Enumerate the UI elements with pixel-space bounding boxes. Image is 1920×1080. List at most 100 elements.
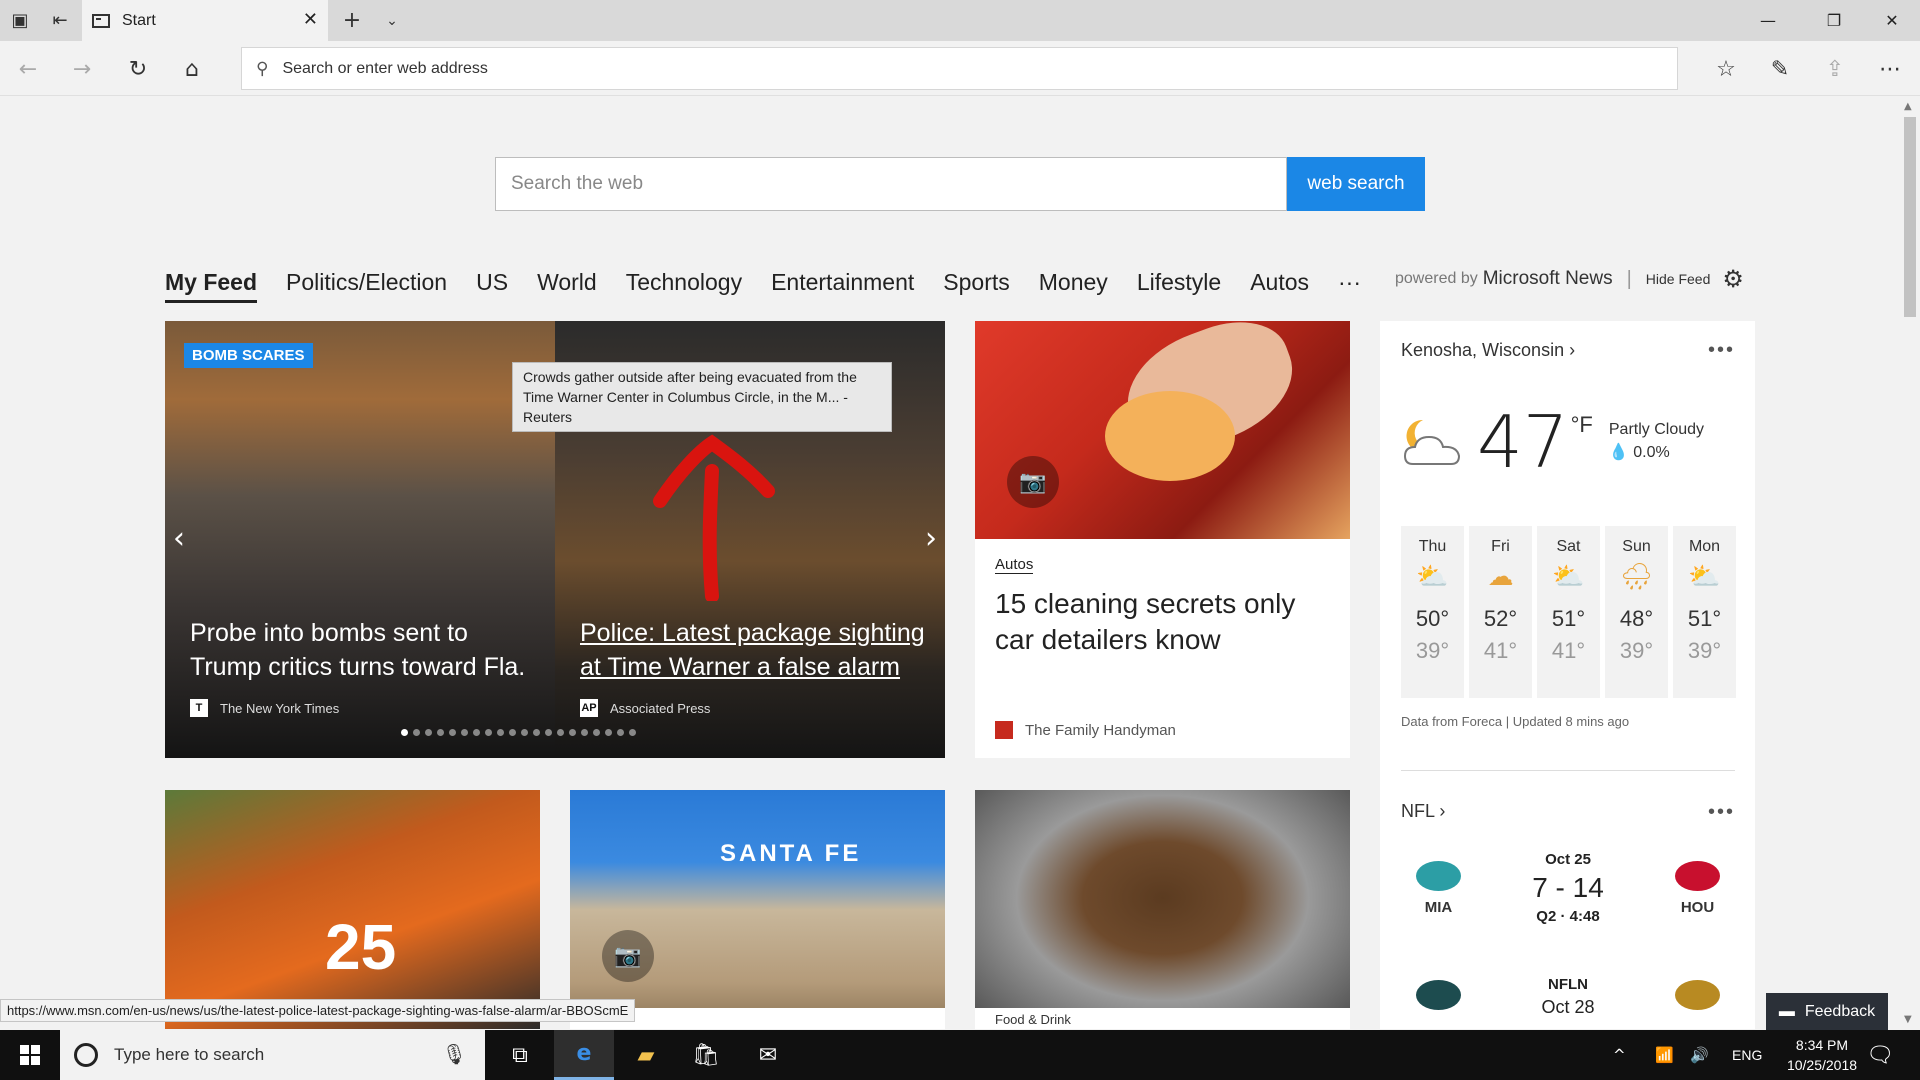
language-indicator[interactable]: ENG [1732, 1030, 1762, 1080]
share-icon[interactable]: ⇪ [1815, 49, 1855, 89]
web-search-input[interactable] [495, 157, 1287, 211]
close-tab-icon[interactable]: ✕ [303, 9, 318, 30]
carousel-dot[interactable] [581, 729, 588, 736]
forecast-high: 51° [1687, 606, 1722, 631]
carousel-dot[interactable] [473, 729, 480, 736]
feedback-button[interactable]: ▬ Feedback [1766, 993, 1888, 1030]
nfl-header[interactable]: NFL › [1401, 801, 1445, 822]
scroll-down-icon[interactable]: ▼ [1904, 1014, 1912, 1025]
gear-icon[interactable]: ⚙ [1722, 265, 1744, 293]
action-center-icon[interactable]: 🗨 [1866, 1030, 1894, 1080]
forecast-day[interactable]: Mon ⛅ 51° 39° [1673, 526, 1736, 698]
carousel-prev-icon[interactable]: ‹ [173, 521, 185, 556]
scroll-thumb[interactable] [1904, 117, 1916, 317]
carousel-dot[interactable] [533, 729, 540, 736]
set-tabs-aside-icon[interactable]: ⇤ [40, 0, 80, 41]
start-button[interactable] [0, 1030, 60, 1080]
carousel-dot[interactable] [425, 729, 432, 736]
refresh-button[interactable]: ↻ [118, 49, 158, 89]
nfl-more-icon[interactable]: ••• [1708, 801, 1735, 824]
carousel-dot[interactable] [485, 729, 492, 736]
forecast-day[interactable]: Fri ☁ 52° 41° [1469, 526, 1532, 698]
carousel-next-icon[interactable]: › [925, 521, 937, 556]
forecast-day[interactable]: Thu ⛅ 50° 39° [1401, 526, 1464, 698]
restore-button[interactable]: ❐ [1806, 0, 1862, 41]
hero-left-image[interactable] [165, 321, 555, 758]
address-bar[interactable]: ⚲ Search or enter web address [241, 47, 1678, 90]
hero-carousel[interactable]: BOMB SCARES Crowds gather outside after … [165, 321, 945, 758]
tab-entertainment[interactable]: Entertainment [771, 269, 914, 296]
tab-technology[interactable]: Technology [626, 269, 742, 296]
new-tab-icon[interactable]: + [332, 0, 372, 41]
carousel-dot[interactable] [413, 729, 420, 736]
hero-left-headline[interactable]: Probe into bombs sent to Trump critics t… [190, 616, 530, 684]
notes-pen-icon[interactable]: ✎ [1760, 49, 1800, 89]
forecast-day[interactable]: Sun 🌧 48° 39° [1605, 526, 1668, 698]
tab-autos[interactable]: Autos [1250, 269, 1309, 296]
clock[interactable]: 8:34 PM 10/25/2018 [1776, 1035, 1868, 1075]
scroll-up-icon[interactable]: ▲ [1904, 101, 1912, 112]
carousel-dot[interactable] [605, 729, 612, 736]
page-scrollbar[interactable]: ▲ ▼ [1900, 97, 1920, 1029]
carousel-dot[interactable] [557, 729, 564, 736]
taskbar-search[interactable]: Type here to search 🎙 [60, 1030, 485, 1080]
tab-sports[interactable]: Sports [943, 269, 1009, 296]
tab-money[interactable]: Money [1039, 269, 1108, 296]
carousel-dot[interactable] [509, 729, 516, 736]
tab-politics-election[interactable]: Politics/Election [286, 269, 447, 296]
card-title[interactable]: 15 cleaning secrets only car detailers k… [995, 586, 1335, 658]
news-card-autos[interactable]: 📷 Autos 15 cleaning secrets only car det… [975, 321, 1350, 758]
carousel-dots[interactable] [401, 729, 636, 736]
tabs-aside-icon[interactable]: ▣ [0, 0, 40, 41]
weather-credit[interactable]: Data from Foreca | Updated 8 mins ago [1401, 714, 1629, 729]
more-tabs-button[interactable]: ··· [1338, 269, 1361, 296]
tab-start[interactable]: Start ✕ [82, 0, 328, 41]
file-explorer-icon[interactable]: ▰ [616, 1030, 676, 1080]
mail-icon[interactable]: ✉ [738, 1030, 798, 1080]
hero-right-headline[interactable]: Police: Latest package sighting at Time … [580, 616, 930, 684]
news-card-santa-fe[interactable]: SANTA FE 📷 [570, 790, 945, 1029]
close-window-button[interactable]: ✕ [1864, 0, 1920, 41]
temperature-unit[interactable]: °F [1571, 412, 1593, 438]
weather-more-icon[interactable]: ••• [1708, 339, 1735, 362]
favorites-icon[interactable]: ☆ [1706, 49, 1746, 89]
minimize-button[interactable]: — [1740, 0, 1796, 41]
carousel-dot[interactable] [629, 729, 636, 736]
task-view-icon[interactable]: ⧉ [490, 1030, 550, 1080]
store-icon[interactable]: 🛍 [676, 1030, 736, 1080]
edge-browser-icon[interactable]: e [554, 1030, 614, 1080]
carousel-dot[interactable] [617, 729, 624, 736]
carousel-dot[interactable] [593, 729, 600, 736]
card-category[interactable]: Autos [995, 556, 1034, 574]
carousel-dot[interactable] [569, 729, 576, 736]
carousel-dot[interactable] [461, 729, 468, 736]
weather-condition: Partly Cloudy [1608, 421, 1705, 438]
chevron-down-icon[interactable]: ⌄ [372, 0, 412, 41]
tab-my-feed[interactable]: My Feed [165, 269, 258, 303]
news-card-food[interactable]: Food & Drink [975, 790, 1350, 1029]
back-button[interactable]: ← [8, 49, 48, 89]
tab-lifestyle[interactable]: Lifestyle [1137, 269, 1221, 296]
tab-world[interactable]: World [537, 269, 597, 296]
carousel-dot[interactable] [449, 729, 456, 736]
forecast-day[interactable]: Sat ⛅ 51° 41° [1537, 526, 1600, 698]
more-menu-icon[interactable]: ⋯ [1870, 49, 1910, 89]
tab-us[interactable]: US [476, 269, 508, 296]
show-hidden-icons-icon[interactable]: ^ [1613, 1030, 1626, 1080]
nfl-game[interactable]: NFLN Oct 28 [1401, 976, 1735, 1022]
carousel-dot[interactable] [497, 729, 504, 736]
volume-icon[interactable]: 🔊 [1690, 1030, 1709, 1080]
nfl-game[interactable]: MIA Oct 25 7 - 14 Q2 · 4:48 HOU [1401, 851, 1735, 925]
forward-button[interactable]: → [62, 49, 102, 89]
carousel-dot[interactable] [545, 729, 552, 736]
carousel-dot[interactable] [521, 729, 528, 736]
network-icon[interactable]: 📶 [1655, 1030, 1674, 1080]
weather-location[interactable]: Kenosha, Wisconsin › [1401, 340, 1575, 361]
hide-feed-button[interactable]: Hide Feed [1646, 271, 1711, 287]
carousel-dot[interactable] [401, 729, 408, 736]
microphone-icon[interactable]: 🎙 [442, 1042, 467, 1066]
news-card-football[interactable]: 25 [165, 790, 540, 1029]
web-search-button[interactable]: web search [1287, 157, 1425, 211]
home-button[interactable]: ⌂ [172, 49, 212, 89]
carousel-dot[interactable] [437, 729, 444, 736]
